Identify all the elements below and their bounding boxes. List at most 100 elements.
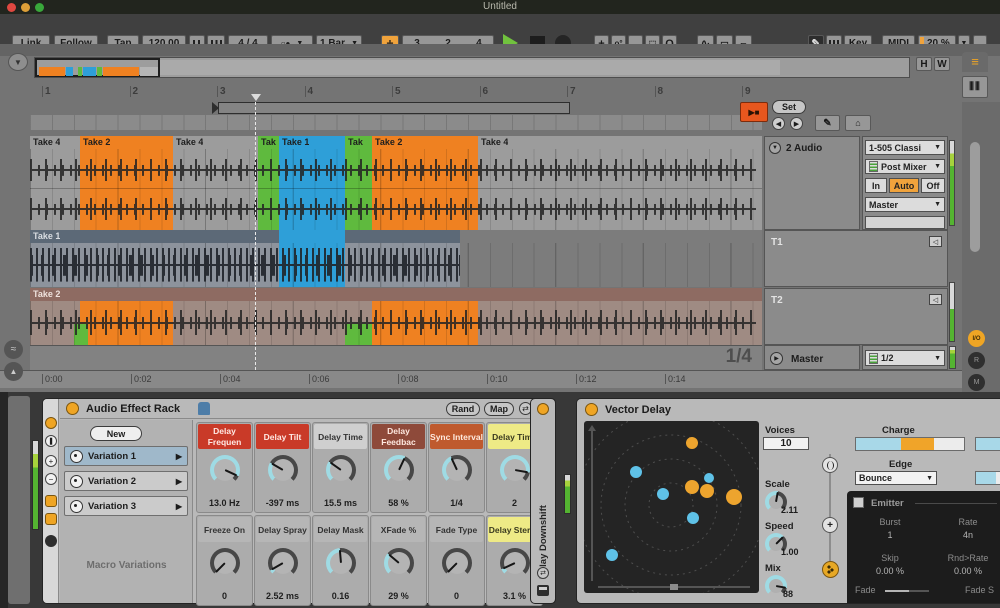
macro-4-cell[interactable]: Delay Feedbac58 % [370,422,427,513]
chain-list-toggle-icon[interactable] [45,513,57,525]
track-header-2audio[interactable]: ▼ 2 Audio [764,136,860,230]
unfold-master-icon[interactable]: ▶ [770,352,783,365]
mass-slider[interactable] [975,437,1000,451]
back-to-arrangement-triangle-icon[interactable]: ▼ [8,53,28,71]
unfold-track-icon[interactable]: ▼ [769,142,781,154]
macro-7-cell[interactable]: Freeze On0 [196,515,253,606]
macro-8-cell[interactable]: Delay Spray2.52 ms [254,515,311,606]
macro-knob[interactable] [500,548,530,578]
launch-variation-icon[interactable]: ▶ [176,477,182,486]
macro-knob[interactable] [210,455,240,485]
device-on-icon[interactable] [66,402,79,415]
track-3-lane[interactable]: Take 2 [30,288,762,345]
macro-knob[interactable] [326,548,356,578]
master-lane[interactable]: 1/4 [30,345,762,370]
optimize-height-button[interactable]: H [916,57,932,71]
set-locator-button[interactable]: Set [772,100,806,114]
edge-chooser[interactable]: Bounce▼ [855,471,937,485]
prev-locator-icon[interactable]: ◀ [772,117,785,130]
macro-9-cell[interactable]: Delay Mask0.16 [312,515,369,606]
scrub-area[interactable] [30,115,762,130]
macro-knob[interactable] [500,455,530,485]
fade-slider[interactable] [885,590,929,592]
macro-11-cell[interactable]: Fade Type0 [428,515,485,606]
macro-5-cell[interactable]: Sync Interval1/4 [428,422,485,513]
voice-dot-orange[interactable] [726,489,742,505]
macro-10-cell[interactable]: XFade %29 % [370,515,427,606]
voice-dot-blue[interactable] [687,512,699,524]
device-on-icon[interactable] [537,403,549,415]
map-button[interactable]: Map [484,402,514,416]
macro-knob[interactable] [442,548,472,578]
delay-downshift-device[interactable]: Delay Downshift ⇄ [530,398,556,604]
macro-knob[interactable] [210,548,240,578]
device-on-icon[interactable] [585,403,598,416]
monitor-off-button[interactable]: Off [921,178,945,193]
input-chooser[interactable]: 1-505 Classi▼ [865,140,945,155]
rnd-rate-value[interactable]: 0.00 % [933,566,1000,576]
macro-3-cell[interactable]: Delay Time15.5 ms [312,422,369,513]
emitter-checkbox[interactable] [853,497,864,508]
add-macro-icon[interactable]: + [45,455,57,467]
voice-dot-blue[interactable] [606,549,618,561]
empty-chooser[interactable] [865,216,945,229]
macro-knob[interactable] [326,455,356,485]
macro-knob[interactable] [442,455,472,485]
devices-toggle-icon[interactable] [45,535,57,547]
phase-mode-icon[interactable] [822,457,838,473]
voice-dot-orange[interactable] [700,484,714,498]
macro-knob[interactable] [268,548,298,578]
macro-knob[interactable] [268,455,298,485]
output-chooser[interactable]: Master▼ [865,197,945,212]
variation-row[interactable]: Variation 2▶ [64,471,188,491]
remove-macro-icon[interactable]: − [45,473,57,485]
voice-dot-blue[interactable] [704,473,714,483]
follow-playhead-icon[interactable]: ▲ [4,362,23,381]
monitor-in-button[interactable]: In [865,178,887,193]
macro-knob[interactable] [384,548,414,578]
voice-dot-orange[interactable] [686,437,698,449]
rnd-mass-slider[interactable] [975,471,1000,485]
new-variation-button[interactable]: New [90,426,142,441]
take1-clip-header[interactable]: Take 1 [30,230,460,243]
re-enable-automation-button[interactable]: ▶■ [740,102,768,122]
macro-1-cell[interactable]: Delay Frequen13.0 Hz [196,422,253,513]
rate-value[interactable]: 4n [933,530,1000,540]
vector-display[interactable] [584,421,759,593]
launch-variation-icon[interactable]: ▶ [176,502,182,511]
monitor-auto-button[interactable]: Auto [889,178,919,193]
optimize-width-button[interactable]: W [934,57,950,71]
time-ruler[interactable]: 0:000:020:040:060:080:100:120:14 [0,370,962,388]
voice-dot-blue[interactable] [657,488,669,500]
master-output-chooser[interactable]: 1/2▼ [865,350,945,366]
mixer-toggle-circle[interactable]: M [968,374,985,391]
macro-knob[interactable] [384,455,414,485]
track-header-master[interactable]: ▶ Master [764,345,860,370]
charge-slider[interactable] [855,437,965,451]
voice-dot-blue[interactable] [630,466,642,478]
next-locator-icon[interactable]: ▶ [790,117,803,130]
hamburger-menu-icon[interactable]: ≡ [962,52,988,72]
variation-row[interactable]: Variation 1▶ [64,446,188,466]
voice-dot-orange[interactable] [685,480,699,494]
speaker-icon[interactable]: ◁ [929,236,942,247]
pencil-button[interactable]: ✎ [815,115,840,131]
macro-variations-toggle-icon[interactable]: ❚ [45,435,57,447]
lock-envelopes-icon[interactable]: ⌂ [845,115,871,131]
returns-toggle-circle[interactable]: R [968,352,985,369]
launch-variation-icon[interactable]: ▶ [176,452,182,461]
loop-start-marker[interactable] [212,102,219,114]
post-mixer-chooser[interactable]: Post Mixer▼ [865,159,945,174]
macro-controls-toggle-icon[interactable] [45,495,57,507]
dice-random-icon[interactable] [822,561,839,578]
loop-brace[interactable] [218,102,570,114]
vertical-scrollbar[interactable] [970,142,980,252]
macro-2-cell[interactable]: Delay Tilt-397 ms [254,422,311,513]
hot-swap-icon[interactable]: ⇄ [537,567,549,579]
variation-row[interactable]: Variation 3▶ [64,496,188,516]
track-2-lane[interactable]: Take 1 [30,230,762,287]
voices-field[interactable]: 10 [763,437,809,450]
track-header-t1[interactable]: T1 ◁ [764,230,948,287]
burst-value[interactable]: 1 [855,530,925,540]
scroll-lock-icon[interactable]: ≈ [4,340,23,359]
